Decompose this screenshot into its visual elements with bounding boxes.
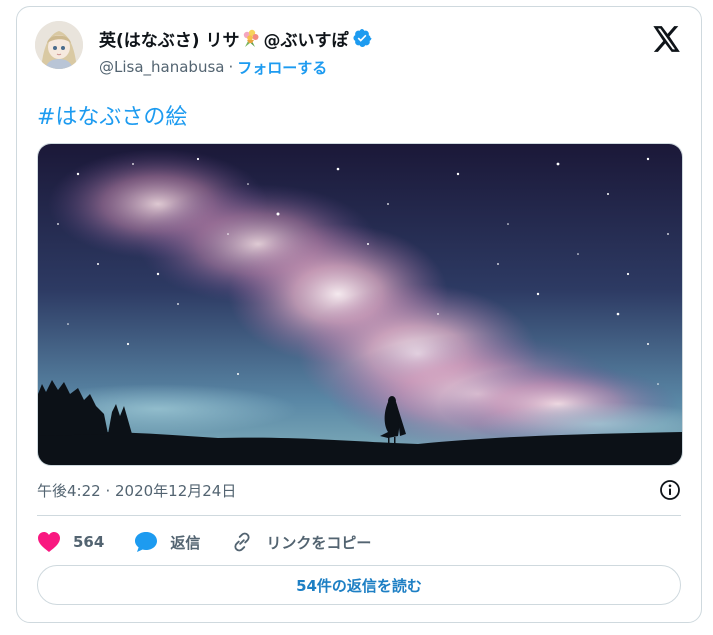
x-logo-icon[interactable] <box>653 26 681 52</box>
author-display-name[interactable]: 英(はなぶさ) リサ <box>99 26 239 51</box>
embedded-post-card: 英(はなぶさ) リサ @ぶいすぽ @Lisa_hanabusa · フォローする <box>16 6 702 623</box>
speech-bubble-icon <box>135 532 158 552</box>
author-handle[interactable]: @Lisa_hanabusa <box>99 58 224 76</box>
link-icon <box>234 532 250 552</box>
follow-link[interactable]: フォローする <box>237 57 327 78</box>
reply-label: 返信 <box>170 533 201 552</box>
avatar[interactable] <box>35 21 83 69</box>
copy-link-button[interactable]: リンクをコピー <box>230 531 371 553</box>
copy-link-label: リンクをコピー <box>266 533 372 552</box>
read-replies-button[interactable]: 54件の返信を読む <box>37 565 681 605</box>
info-icon[interactable] <box>659 479 681 501</box>
author-display-name-suffix[interactable]: @ぶいすぽ <box>263 26 348 51</box>
post-timestamp[interactable]: 午後4:22 · 2020年12月24日 <box>37 480 236 501</box>
reply-button[interactable]: 返信 <box>134 531 200 553</box>
verified-badge-icon <box>352 28 372 48</box>
post-image-starry-sky[interactable] <box>37 143 683 466</box>
author-name-row[interactable]: 英(はなぶさ) リサ @ぶいすぽ <box>99 25 372 51</box>
like-count: 564 <box>73 533 105 551</box>
hashtag-link[interactable]: #はなぶさの絵 <box>37 99 187 131</box>
heart-icon <box>38 532 60 552</box>
divider <box>37 515 681 516</box>
action-bar: 564 返信 リンクをコピー <box>37 527 401 557</box>
bouquet-emoji-icon <box>241 28 261 48</box>
like-button[interactable]: 564 <box>37 531 104 553</box>
author-handle-row: @Lisa_hanabusa · フォローする <box>99 56 327 78</box>
starry-sky-illustration <box>38 144 682 465</box>
separator-dot: · <box>228 58 234 76</box>
